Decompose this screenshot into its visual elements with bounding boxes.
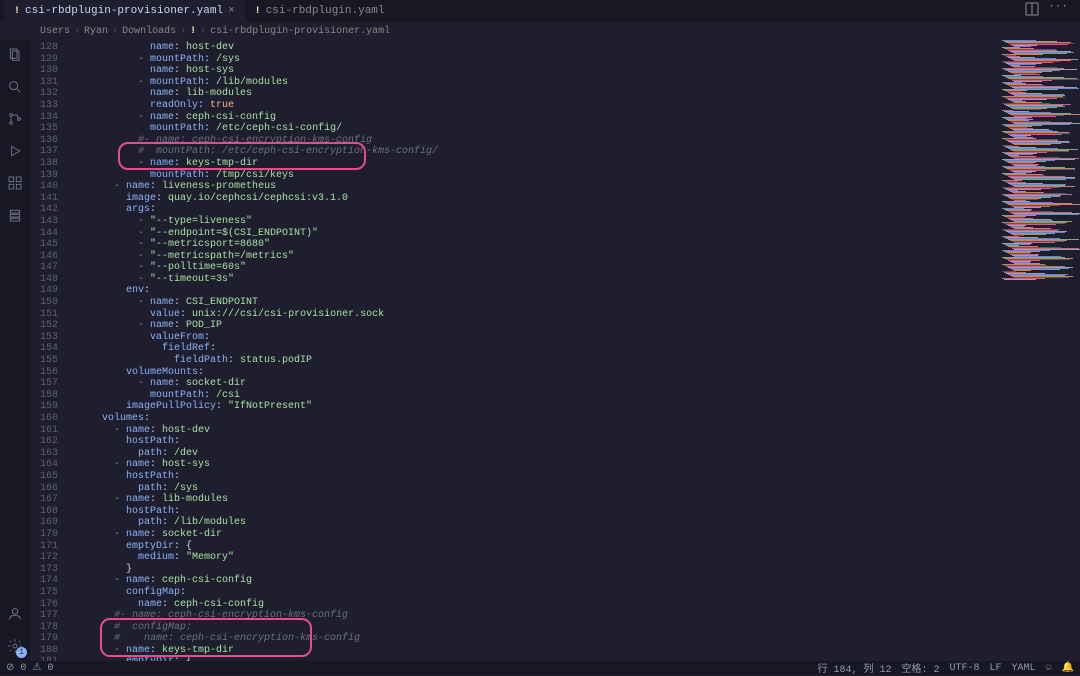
code-line[interactable]: args: <box>66 204 1080 216</box>
code-line[interactable]: - "--type=liveness" <box>66 216 1080 228</box>
code-line[interactable]: - "--timeout=3s" <box>66 274 1080 286</box>
code-line[interactable]: mountPath: /csi <box>66 390 1080 402</box>
breadcrumbs[interactable]: Users›Ryan›Downloads›!›csi-rbdplugin-pro… <box>0 22 1080 40</box>
code-line[interactable]: path: /dev <box>66 448 1080 460</box>
status-bell-icon[interactable]: 🔔 <box>1062 662 1074 674</box>
tab-1[interactable]: ! csi-rbdplugin.yaml <box>245 0 395 22</box>
status-spaces[interactable]: 空格: 2 <box>901 660 939 676</box>
code-line[interactable]: #- name: ceph-csi-encryption-kms-config <box>66 610 1080 622</box>
code-line[interactable]: volumeMounts: <box>66 367 1080 379</box>
code-line[interactable]: medium: "Memory" <box>66 552 1080 564</box>
database-icon[interactable] <box>6 206 24 224</box>
breadcrumb-item[interactable]: Users <box>40 26 70 37</box>
code-line[interactable]: - name: host-sys <box>66 459 1080 471</box>
run-debug-icon[interactable] <box>6 142 24 160</box>
more-actions-icon[interactable]: ··· <box>1048 1 1068 21</box>
tabs-container: ! csi-rbdplugin-provisioner.yaml ×! csi-rbd… <box>4 0 1016 22</box>
breadcrumb-item[interactable]: ! <box>190 26 196 37</box>
code-line[interactable]: - name: keys-tmp-dir <box>66 645 1080 657</box>
warn-icon: ! <box>14 6 20 17</box>
warn-icon: ! <box>255 6 261 17</box>
explorer-icon[interactable] <box>6 46 24 64</box>
line-numbers: 1281291301311321331341351361371381391401… <box>30 40 66 663</box>
code-line[interactable]: name: host-dev <box>66 42 1080 54</box>
code-line[interactable]: mountPath: /etc/ceph-csi-config/ <box>66 123 1080 135</box>
search-icon[interactable] <box>6 78 24 96</box>
code-line[interactable]: value: unix:///csi/csi-provisioner.sock <box>66 309 1080 321</box>
close-icon[interactable]: × <box>228 5 235 17</box>
code-line[interactable]: - "--polltime=60s" <box>66 262 1080 274</box>
account-icon[interactable] <box>6 605 24 623</box>
code-line[interactable]: env: <box>66 285 1080 297</box>
settings-gear-icon[interactable]: 1 <box>6 637 24 655</box>
status-ln-col[interactable]: 行 184, 列 12 <box>817 660 891 676</box>
code-line[interactable]: - name: socket-dir <box>66 529 1080 541</box>
split-editor-icon[interactable] <box>1024 1 1040 21</box>
code-line[interactable]: - mountPath: /sys <box>66 54 1080 66</box>
code-line[interactable]: - name: host-dev <box>66 425 1080 437</box>
status-encoding[interactable]: UTF-8 <box>949 663 979 674</box>
minimap[interactable] <box>996 40 1080 663</box>
code-line[interactable]: valueFrom: <box>66 332 1080 344</box>
code-line[interactable]: - name: keys-tmp-dir <box>66 158 1080 170</box>
code-line[interactable]: name: host-sys <box>66 65 1080 77</box>
activity-bar: 1 <box>0 40 30 663</box>
code-line[interactable]: hostPath: <box>66 506 1080 518</box>
code-line[interactable]: - name: ceph-csi-config <box>66 575 1080 587</box>
code-line[interactable]: fieldRef: <box>66 343 1080 355</box>
code-line[interactable]: mountPath: /tmp/csi/keys <box>66 170 1080 182</box>
code-line[interactable]: #- name: ceph-csi-encryption-kms-config <box>66 135 1080 147</box>
breadcrumb-item[interactable]: Ryan <box>84 26 108 37</box>
code-line[interactable]: - name: socket-dir <box>66 378 1080 390</box>
code-line[interactable]: - name: POD_IP <box>66 320 1080 332</box>
breadcrumb-item[interactable]: csi-rbdplugin-provisioner.yaml <box>210 26 390 37</box>
code-line[interactable]: imagePullPolicy: "IfNotPresent" <box>66 401 1080 413</box>
code-line[interactable]: name: ceph-csi-config <box>66 599 1080 611</box>
tab-label: csi-rbdplugin-provisioner.yaml <box>25 5 223 17</box>
settings-badge: 1 <box>16 647 27 658</box>
breadcrumb-item[interactable]: Downloads <box>122 26 176 37</box>
status-warnings[interactable]: ⚠ 0 <box>32 662 53 674</box>
code-line[interactable]: # name: ceph-csi-encryption-kms-config <box>66 633 1080 645</box>
code-line[interactable]: - name: CSI_ENDPOINT <box>66 297 1080 309</box>
code-line[interactable]: - "--metricspath=/metrics" <box>66 251 1080 263</box>
extensions-icon[interactable] <box>6 174 24 192</box>
code-line[interactable]: hostPath: <box>66 436 1080 448</box>
title-actions: ··· <box>1016 1 1076 21</box>
source-control-icon[interactable] <box>6 110 24 128</box>
status-errors[interactable]: ⊘ 0 <box>6 662 26 674</box>
code-line[interactable]: - name: lib-modules <box>66 494 1080 506</box>
code-line[interactable]: - name: liveness-prometheus <box>66 181 1080 193</box>
status-feedback-icon[interactable]: ☺ <box>1046 663 1052 674</box>
code-line[interactable]: - name: ceph-csi-config <box>66 112 1080 124</box>
code-line[interactable]: path: /sys <box>66 483 1080 495</box>
code-line[interactable]: # configMap: <box>66 622 1080 634</box>
code-line[interactable]: name: lib-modules <box>66 88 1080 100</box>
code-line[interactable]: emptyDir: { <box>66 541 1080 553</box>
code-line[interactable]: volumes: <box>66 413 1080 425</box>
code-line[interactable]: # mountPath: /etc/ceph-csi-encryption-km… <box>66 146 1080 158</box>
code-line[interactable]: path: /lib/modules <box>66 517 1080 529</box>
code-line[interactable]: - "--metricsport=8680" <box>66 239 1080 251</box>
status-lang[interactable]: YAML <box>1012 663 1036 674</box>
editor[interactable]: 1281291301311321331341351361371381391401… <box>30 40 1080 663</box>
status-eol[interactable]: LF <box>990 663 1002 674</box>
code-line[interactable]: fieldPath: status.podIP <box>66 355 1080 367</box>
code-line[interactable]: hostPath: <box>66 471 1080 483</box>
title-bar: ! csi-rbdplugin-provisioner.yaml ×! csi-rbd… <box>0 0 1080 22</box>
code-line[interactable]: - "--endpoint=$(CSI_ENDPOINT)" <box>66 228 1080 240</box>
tab-0[interactable]: ! csi-rbdplugin-provisioner.yaml × <box>4 0 245 22</box>
code-line[interactable]: readOnly: true <box>66 100 1080 112</box>
tab-label: csi-rbdplugin.yaml <box>266 5 385 17</box>
code-line[interactable]: - mountPath: /lib/modules <box>66 77 1080 89</box>
status-bar: ⊘ 0 ⚠ 0 行 184, 列 12 空格: 2 UTF-8 LF YAML … <box>0 661 1080 675</box>
code-line[interactable]: image: quay.io/cephcsi/cephcsi:v3.1.0 <box>66 193 1080 205</box>
code-content[interactable]: name: host-dev - mountPath: /sys name: h… <box>66 40 1080 663</box>
code-line[interactable]: configMap: <box>66 587 1080 599</box>
code-line[interactable]: } <box>66 564 1080 576</box>
